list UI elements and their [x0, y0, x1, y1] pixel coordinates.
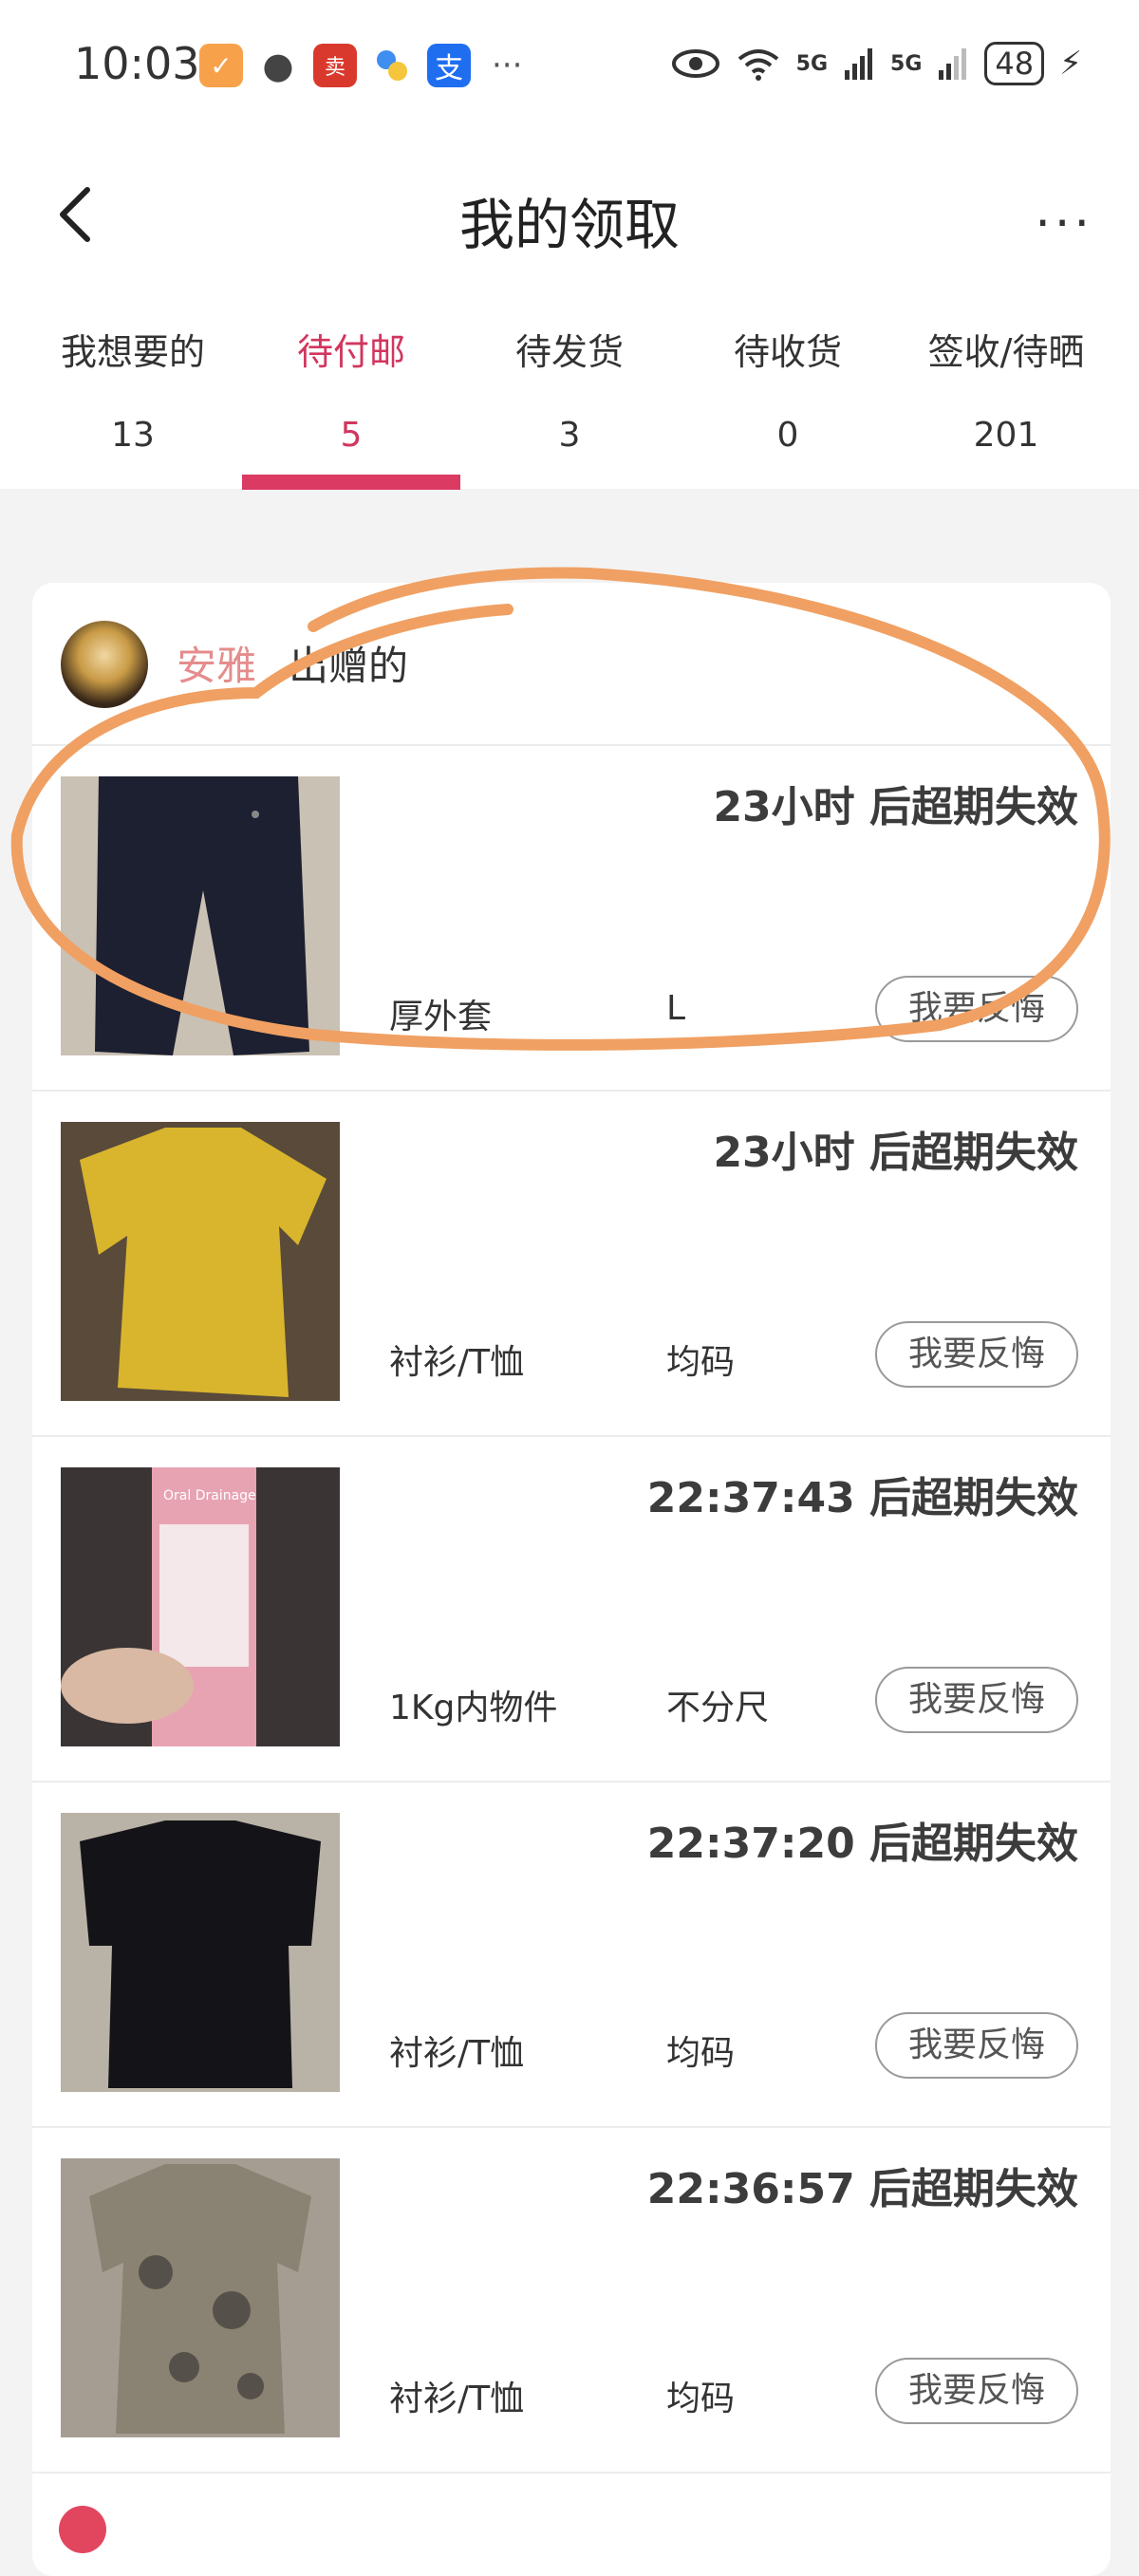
expiry-timer: 22:36:57 后超期失效	[646, 2165, 1078, 2213]
box-label: Oral Drainage	[163, 1488, 256, 1503]
tab-count: 13	[111, 416, 155, 455]
item-photo[interactable]	[61, 776, 340, 1055]
wechat-icon: ●	[262, 45, 294, 86]
tab-label: 签收/待晒	[927, 331, 1085, 373]
signal-5g-icon: 5G	[795, 51, 829, 76]
eleme-icon: 卖	[313, 44, 357, 87]
item-category: 厚外套	[389, 998, 493, 1036]
alipay-icon: 支	[427, 44, 471, 87]
item-photo[interactable]: Oral Drainage	[61, 1467, 340, 1746]
regret-button[interactable]: 我要反悔	[875, 2012, 1078, 2079]
item-category: 衬衫/T恤	[389, 2380, 525, 2418]
tab-pending-shipment[interactable]: 待发货 3	[460, 294, 679, 489]
giver-suffix: 出赠的	[289, 643, 409, 689]
signal-bars-icon	[845, 48, 873, 80]
giver-header[interactable]: 安雅 出赠的	[32, 583, 1111, 746]
regret-button[interactable]: 我要反悔	[875, 1667, 1078, 1733]
item-photo[interactable]	[61, 1813, 340, 2092]
expiry-timer: 22:37:43 后超期失效	[646, 1474, 1078, 1522]
eye-icon	[671, 49, 719, 78]
giver-card: 安雅 出赠的 23小时 后超期失效 厚外套 L 我要反悔 23小时 后超期失效 …	[32, 583, 1111, 2576]
list-item[interactable]: 22:36:57 后超期失效 衬衫/T恤 均码 我要反悔	[32, 2126, 1111, 2473]
tab-label: 待发货	[514, 331, 624, 373]
status-bar: 10:03 ✓ ● 卖 支 ··· 5G 5G 48 ⚡	[0, 0, 1139, 142]
status-tabs: 我想要的 13 待付邮 5 待发货 3 待收货 0 签收/待晒 201	[0, 294, 1139, 490]
tab-count: 201	[973, 416, 1039, 455]
list-item[interactable]: 23小时 后超期失效 厚外套 L 我要反悔	[32, 744, 1111, 1092]
tab-label: 待付邮	[296, 331, 405, 373]
item-size: L	[666, 989, 686, 1028]
list-item[interactable]: 23小时 后超期失效 衬衫/T恤 均码 我要反悔	[32, 1090, 1111, 1437]
status-time: 10:03	[74, 38, 200, 89]
signal-5g-icon: 5G	[890, 51, 923, 76]
item-size: 不分尺	[666, 1689, 770, 1727]
wifi-icon	[738, 49, 778, 81]
item-category: 衬衫/T恤	[389, 2034, 525, 2073]
tab-signed-review[interactable]: 签收/待晒 201	[897, 294, 1115, 489]
item-photo[interactable]	[61, 1122, 340, 1401]
tab-pending-postage[interactable]: 待付邮 5	[242, 294, 460, 489]
item-photo[interactable]	[61, 2158, 340, 2437]
taobao-icon: ✓	[199, 44, 243, 87]
list-item[interactable]: 22:37:20 后超期失效 衬衫/T恤 均码 我要反悔	[32, 1781, 1111, 2128]
tab-count: 3	[558, 416, 581, 455]
active-tab-indicator	[242, 475, 460, 490]
expiry-timer: 23小时 后超期失效	[713, 1129, 1078, 1177]
item-category: 衬衫/T恤	[389, 1343, 525, 1382]
more-options-icon[interactable]: ···	[1035, 196, 1093, 252]
more-notifications-icon: ···	[492, 47, 523, 84]
item-size: 均码	[666, 2380, 736, 2418]
item-size: 均码	[666, 2034, 736, 2073]
tab-wanted[interactable]: 我想要的 13	[24, 294, 242, 489]
tab-label: 我想要的	[60, 331, 205, 373]
list-item[interactable]: Oral Drainage 22:37:43 后超期失效 1Kg内物件 不分尺 …	[32, 1435, 1111, 1783]
regret-button[interactable]: 我要反悔	[875, 1321, 1078, 1388]
regret-button[interactable]: 我要反悔	[875, 976, 1078, 1042]
system-icons: 5G 5G 48 ⚡	[671, 42, 1082, 85]
charging-icon: ⚡	[1059, 45, 1082, 83]
next-giver-avatar	[59, 2506, 106, 2553]
signal-bars-icon	[939, 48, 967, 80]
avatar[interactable]	[61, 621, 148, 708]
tab-count: 5	[340, 416, 363, 455]
expiry-timer: 23小时 后超期失效	[713, 783, 1078, 831]
page-title: 我的领取	[458, 193, 680, 257]
battery-level: 48	[984, 42, 1045, 85]
notification-icons: ✓ ● 卖 支 ···	[199, 44, 522, 87]
giver-name[interactable]: 安雅	[177, 634, 256, 692]
item-size: 均码	[666, 1343, 736, 1382]
nav-bar: 我的领取 ···	[0, 142, 1139, 294]
app-icon	[370, 44, 414, 87]
item-category: 1Kg内物件	[389, 1689, 558, 1727]
tab-pending-receipt[interactable]: 待收货 0	[679, 294, 897, 489]
tab-label: 待收货	[733, 331, 842, 373]
regret-button[interactable]: 我要反悔	[875, 2358, 1078, 2424]
expiry-timer: 22:37:20 后超期失效	[646, 1820, 1078, 1868]
tab-count: 0	[776, 416, 799, 455]
